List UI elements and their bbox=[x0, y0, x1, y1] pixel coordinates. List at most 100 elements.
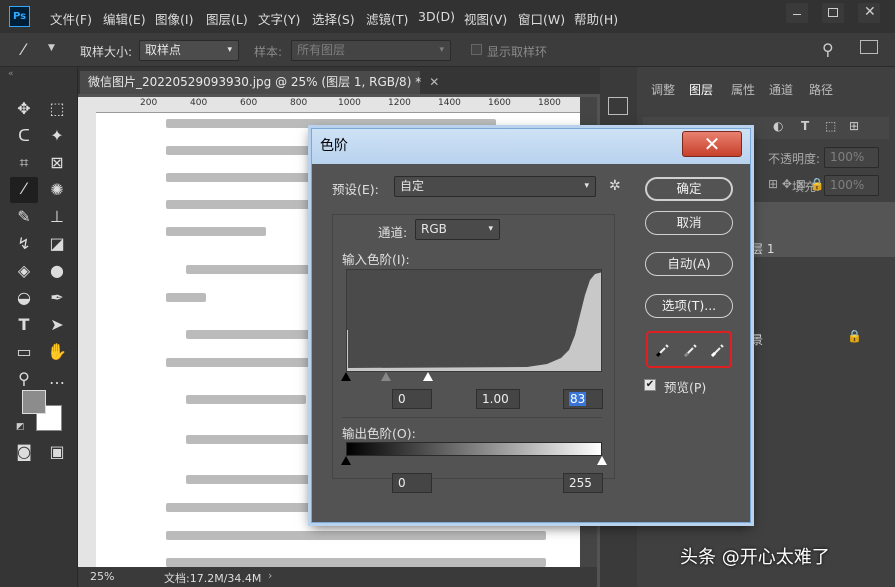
brush-tool-icon[interactable]: ✎ bbox=[12, 205, 36, 229]
tab-paths[interactable]: 路径 bbox=[809, 81, 833, 98]
preset-options-gear-icon[interactable]: ✲ bbox=[609, 178, 621, 194]
stamp-tool-icon[interactable]: ⊥ bbox=[45, 205, 69, 229]
ruler-label: 1000 bbox=[338, 98, 361, 108]
menu-layer[interactable]: 图层(L) bbox=[206, 9, 248, 28]
spot-heal-icon[interactable]: ✺ bbox=[45, 178, 69, 202]
screen-mode-icon[interactable]: ▣ bbox=[45, 440, 69, 464]
chevron-down-icon[interactable]: ▼ bbox=[48, 43, 55, 53]
preset-select[interactable]: 自定 ▾ bbox=[394, 176, 596, 197]
cancel-button[interactable]: 取消 bbox=[645, 211, 733, 235]
sample-size-select[interactable]: 取样点 ▾ bbox=[139, 40, 239, 61]
divider bbox=[342, 417, 602, 418]
menu-type[interactable]: 文字(Y) bbox=[258, 9, 300, 28]
dialog-close-button[interactable]: ✕ bbox=[682, 131, 742, 157]
output-white-slider[interactable] bbox=[597, 456, 607, 465]
tab-properties[interactable]: 属性 bbox=[731, 81, 755, 98]
shape-tool-icon[interactable]: ▭ bbox=[12, 340, 36, 364]
hand-tool-icon[interactable]: ✋ bbox=[45, 340, 69, 364]
show-ring-label: 显示取样环 bbox=[487, 45, 548, 59]
input-white-field[interactable]: 83 bbox=[563, 389, 603, 409]
black-point-eyedropper-icon[interactable] bbox=[654, 341, 672, 359]
lasso-tool-icon[interactable]: ᑕ bbox=[12, 124, 36, 148]
fill-value: 100% bbox=[830, 178, 865, 192]
pen-tool-icon[interactable]: ✒ bbox=[45, 286, 69, 310]
menu-window[interactable]: 窗口(W) bbox=[518, 9, 565, 28]
output-white-value: 255 bbox=[569, 476, 592, 490]
input-black-field[interactable]: 0 bbox=[392, 389, 432, 409]
menu-filter[interactable]: 滤镜(T) bbox=[366, 9, 408, 28]
gradient-tool-icon[interactable]: ◈ bbox=[12, 259, 36, 283]
show-ring-checkbox[interactable] bbox=[471, 44, 482, 55]
blur-tool-icon[interactable]: ● bbox=[45, 259, 69, 283]
workspace-icon[interactable] bbox=[860, 40, 878, 54]
menu-file[interactable]: 文件(F) bbox=[50, 9, 92, 28]
menu-view[interactable]: 视图(V) bbox=[464, 9, 507, 28]
window-close-button[interactable]: ✕ bbox=[858, 3, 880, 23]
output-black-value: 0 bbox=[398, 476, 406, 490]
input-black-slider[interactable] bbox=[341, 372, 351, 381]
history-brush-icon[interactable]: ↯ bbox=[12, 232, 36, 256]
collapse-icon[interactable]: « bbox=[8, 69, 14, 79]
gray-point-eyedropper-icon[interactable] bbox=[682, 341, 700, 359]
input-gamma-field[interactable]: 1.00 bbox=[476, 389, 520, 409]
chevron-right-icon[interactable]: › bbox=[268, 569, 272, 582]
foreground-color-swatch[interactable] bbox=[22, 390, 46, 414]
close-icon[interactable]: ✕ bbox=[429, 75, 439, 89]
type-tool-icon[interactable]: T bbox=[12, 313, 36, 337]
output-white-field[interactable]: 255 bbox=[563, 473, 603, 493]
output-black-field[interactable]: 0 bbox=[392, 473, 432, 493]
menu-edit[interactable]: 编辑(E) bbox=[103, 9, 146, 28]
options-button[interactable]: 选项(T)... bbox=[645, 294, 733, 318]
input-white-slider[interactable] bbox=[423, 372, 433, 381]
tab-layers[interactable]: 图层 bbox=[689, 81, 713, 98]
marquee-tool-icon[interactable]: ⬚ bbox=[45, 97, 69, 121]
filter-pixel-icon[interactable]: ◐ bbox=[773, 119, 783, 133]
output-black-slider[interactable] bbox=[341, 456, 351, 465]
tab-channels[interactable]: 通道 bbox=[769, 81, 793, 98]
sample-label: 样本: bbox=[254, 45, 283, 59]
menu-image[interactable]: 图像(I) bbox=[155, 9, 193, 28]
filter-type-icon[interactable]: T bbox=[801, 119, 809, 133]
zoom-tool-icon[interactable]: ⚲ bbox=[12, 367, 36, 391]
output-slider-track[interactable] bbox=[341, 456, 607, 468]
ruler-label: 1400 bbox=[438, 98, 461, 108]
move-tool-icon[interactable]: ✥ bbox=[12, 97, 36, 121]
eyedropper-tool-icon[interactable]: ⁄ bbox=[10, 177, 38, 203]
channel-label: 通道: bbox=[378, 225, 408, 240]
more-tools-icon[interactable]: … bbox=[45, 367, 69, 391]
dodge-tool-icon[interactable]: ◒ bbox=[12, 286, 36, 310]
horizontal-ruler: 200 400 600 800 1000 1200 1400 1600 1800 bbox=[96, 97, 580, 113]
quick-mask-icon[interactable]: ◙ bbox=[12, 440, 36, 464]
menu-select[interactable]: 选择(S) bbox=[312, 9, 355, 28]
search-icon[interactable]: ⚲ bbox=[822, 40, 834, 59]
maximize-button[interactable] bbox=[822, 3, 844, 23]
eraser-tool-icon[interactable]: ◪ bbox=[45, 232, 69, 256]
history-panel-icon[interactable] bbox=[608, 97, 628, 115]
menu-help[interactable]: 帮助(H) bbox=[574, 9, 618, 28]
input-slider-track[interactable] bbox=[341, 372, 602, 384]
filter-smart-icon[interactable]: ⊞ bbox=[849, 119, 859, 133]
document-tab[interactable]: 微信图片_20220529093930.jpg @ 25% (图层 1, RGB… bbox=[80, 71, 439, 94]
zoom-level[interactable]: 25% bbox=[90, 570, 114, 583]
default-colors-icon[interactable]: ◩ bbox=[16, 422, 25, 432]
sample-select[interactable]: 所有图层 ▾ bbox=[291, 40, 451, 61]
channel-select[interactable]: RGB ▾ bbox=[415, 219, 500, 240]
white-point-eyedropper-icon[interactable] bbox=[709, 341, 727, 359]
preview-checkbox[interactable]: ✔ bbox=[644, 379, 656, 391]
menu-3d[interactable]: 3D(D) bbox=[418, 9, 455, 24]
crop-tool-icon[interactable]: ⌗ bbox=[12, 151, 36, 175]
ruler-label: 1800 bbox=[538, 98, 561, 108]
fill-field[interactable]: 100% bbox=[824, 175, 879, 196]
path-select-icon[interactable]: ➤ bbox=[45, 313, 69, 337]
eyedropper-icon[interactable]: ⁄ bbox=[22, 40, 25, 59]
auto-button[interactable]: 自动(A) bbox=[645, 252, 733, 276]
tab-adjustments[interactable]: 调整 bbox=[651, 81, 675, 98]
input-gamma-slider[interactable] bbox=[381, 372, 391, 381]
levels-dialog: 色阶 ✕ 预设(E): 自定 ▾ ✲ 通道: RGB ▾ 输入色阶(I): 0 1.… bbox=[311, 128, 751, 523]
opacity-field[interactable]: 100% bbox=[824, 147, 879, 168]
filter-shape-icon[interactable]: ⬚ bbox=[825, 119, 836, 133]
frame-tool-icon[interactable]: ⊠ bbox=[45, 151, 69, 175]
minimize-button[interactable] bbox=[786, 3, 808, 23]
magic-wand-icon[interactable]: ✦ bbox=[45, 124, 69, 148]
ok-button[interactable]: 确定 bbox=[645, 177, 733, 201]
